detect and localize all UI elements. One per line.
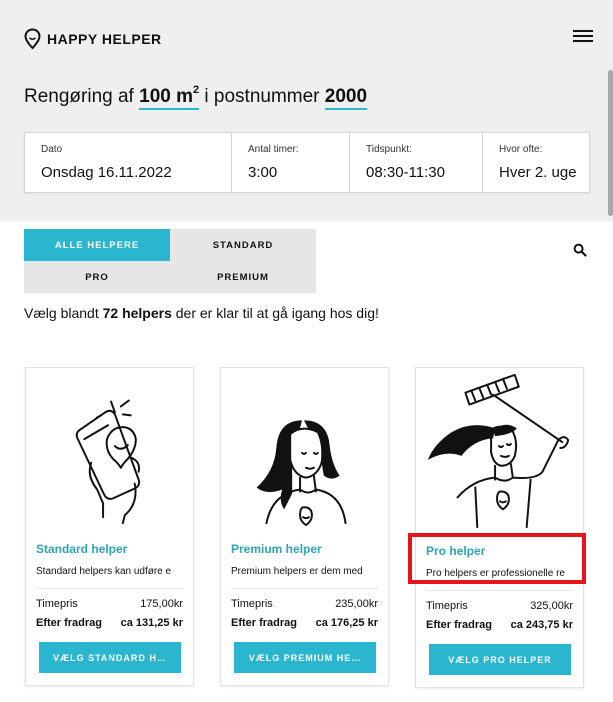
card-title[interactable]: Pro helper	[426, 544, 485, 558]
hamburger-menu-icon[interactable]	[573, 30, 593, 44]
card-divider	[36, 588, 183, 589]
helper-count-text: Vælg blandt 72 helpers der er klar til a…	[24, 305, 379, 321]
hourly-price-label: Timepris	[36, 598, 78, 610]
after-deduction-value: ca 131,25 kr	[120, 617, 183, 629]
time-field[interactable]: Tidspunkt: 08:30-11:30	[350, 133, 483, 192]
hourly-price-value: 235,00kr	[335, 598, 378, 610]
after-deduction-value: ca 176,25 kr	[315, 617, 378, 629]
date-field[interactable]: Dato Onsdag 16.11.2022	[25, 133, 232, 192]
after-deduction-label: Efter fradrag	[36, 617, 103, 629]
card-description: Premium helpers er dem med	[231, 566, 363, 577]
standard-helper-card: Standard helper Standard helpers kan udf…	[25, 367, 194, 686]
after-deduction-value: ca 243,75 kr	[510, 619, 573, 631]
hourly-price-row: Timepris 325,00kr	[426, 600, 573, 612]
time-value: 08:30-11:30	[366, 164, 445, 181]
select-pro-button[interactable]: VÆLG PRO HELPER	[429, 644, 571, 675]
page-headline: Rengøring af 100 m2 i postnummer 2000	[24, 84, 368, 110]
hourly-price-row: Timepris 175,00kr	[36, 598, 183, 610]
premium-helper-card: Premium helper Premium helpers er dem me…	[220, 367, 389, 686]
helper-filter-tabs: ALLE HELPERE STANDARD PRO PREMIUM	[24, 229, 316, 293]
hourly-price-value: 325,00kr	[530, 600, 573, 612]
frequency-value: Hver 2. uge	[499, 164, 577, 181]
pro-helper-card: Pro helper Pro helpers er professionelle…	[415, 367, 584, 688]
frequency-label: Hvor ofte:	[499, 144, 543, 155]
time-label: Tidspunkt:	[366, 144, 412, 155]
hand-holding-phone-illustration	[75, 399, 141, 525]
scrollbar[interactable]	[608, 70, 613, 216]
hours-label: Antal timer:	[248, 144, 299, 155]
card-description: Pro helpers er professionelle re	[426, 568, 565, 579]
filter-all-helpers[interactable]: ALLE HELPERE	[24, 229, 170, 261]
date-label: Dato	[41, 144, 63, 155]
hourly-price-row: Timepris 235,00kr	[231, 598, 378, 610]
card-description: Standard helpers kan udføre e	[36, 566, 172, 577]
hours-field[interactable]: Antal timer: 3:00	[232, 133, 350, 192]
filter-premium[interactable]: PREMIUM	[170, 261, 316, 293]
card-divider	[426, 590, 573, 591]
helper-count: 72 helpers	[102, 305, 172, 321]
card-title[interactable]: Premium helper	[231, 542, 322, 556]
count-prefix: Vælg blandt	[24, 305, 99, 321]
card-divider	[231, 588, 378, 589]
hours-value: 3:00	[248, 164, 278, 181]
area-value: 100 m	[139, 86, 193, 107]
after-deduction-row: Efter fradrag ca 176,25 kr	[231, 617, 378, 629]
after-deduction-label: Efter fradrag	[231, 617, 298, 629]
hourly-price-label: Timepris	[231, 598, 273, 610]
headline-prefix: Rengøring af	[24, 86, 134, 107]
location-pin-icon	[24, 28, 41, 50]
area-unit-superscript: 2	[193, 84, 200, 96]
woman-portrait-illustration	[256, 420, 347, 527]
hourly-price-value: 175,00kr	[140, 598, 183, 610]
booking-fields: Dato Onsdag 16.11.2022 Antal timer: 3:00…	[24, 132, 590, 193]
select-standard-button[interactable]: VÆLG STANDARD H…	[39, 642, 181, 673]
after-deduction-label: Efter fradrag	[426, 619, 493, 631]
headline-middle: i postnummer	[204, 86, 320, 107]
brand-name: HAPPY HELPER	[47, 31, 162, 47]
postcode-selector[interactable]: 2000	[324, 86, 368, 110]
card-title[interactable]: Standard helper	[36, 542, 127, 556]
woman-with-broom-illustration	[427, 373, 570, 528]
search-icon[interactable]	[573, 243, 587, 257]
header: HAPPY HELPER Rengøring af 100 m2 i postn…	[0, 0, 613, 221]
filter-standard[interactable]: STANDARD	[170, 229, 316, 261]
frequency-field[interactable]: Hvor ofte: Hver 2. uge	[483, 133, 589, 192]
hourly-price-label: Timepris	[426, 600, 468, 612]
count-suffix: der er klar til at gå igang hos dig!	[175, 305, 379, 321]
select-premium-button[interactable]: VÆLG PREMIUM HE…	[234, 642, 376, 673]
filter-pro[interactable]: PRO	[24, 261, 170, 293]
area-selector[interactable]: 100 m2	[139, 84, 200, 110]
date-value: Onsdag 16.11.2022	[41, 164, 172, 181]
after-deduction-row: Efter fradrag ca 131,25 kr	[36, 617, 183, 629]
after-deduction-row: Efter fradrag ca 243,75 kr	[426, 619, 573, 631]
logo[interactable]: HAPPY HELPER	[24, 28, 162, 50]
